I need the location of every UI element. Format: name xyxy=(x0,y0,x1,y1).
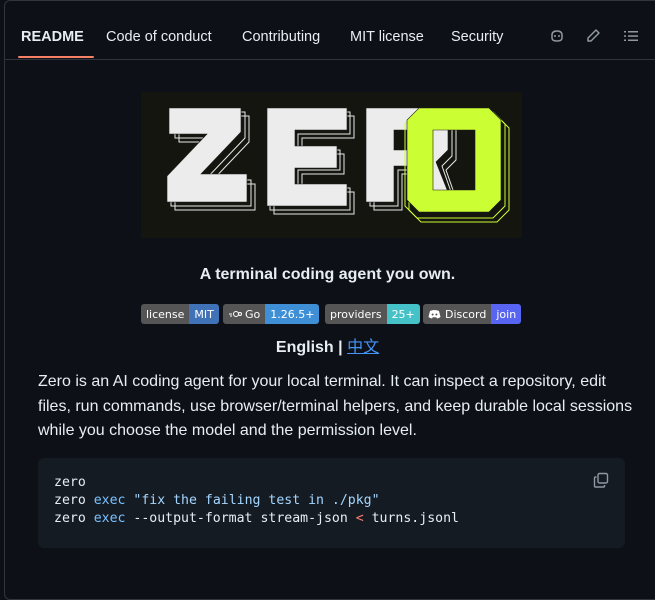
edit-pencil-icon[interactable] xyxy=(585,28,601,44)
copy-code-icon[interactable] xyxy=(593,472,609,488)
tab-contributing[interactable]: Contributing xyxy=(242,0,320,60)
chinese-language-link[interactable]: 中文 xyxy=(347,339,379,356)
go-icon xyxy=(229,311,242,317)
badge-key: Discord xyxy=(445,307,487,321)
code-token: turns.jsonl xyxy=(363,511,459,526)
code-token: exec xyxy=(93,493,126,508)
readme-tab-bar: README Code of conduct Contributing MIT … xyxy=(4,0,655,60)
tagline: A terminal coding agent you own. xyxy=(199,266,456,283)
code-token: exec xyxy=(93,511,126,526)
language-separator: | xyxy=(333,339,348,356)
badge-value: 1.26.5+ xyxy=(265,304,320,324)
outline-list-icon[interactable] xyxy=(623,28,639,44)
badge-key: providers xyxy=(325,304,387,324)
copilot-icon[interactable] xyxy=(549,28,565,44)
badge-value: 25+ xyxy=(386,304,420,324)
license-badge[interactable]: license MIT xyxy=(141,304,219,324)
tab-readme[interactable]: README xyxy=(21,0,84,60)
discord-icon xyxy=(428,310,441,319)
active-tab-indicator xyxy=(18,56,94,58)
go-version-badge[interactable]: Go 1.26.5+ xyxy=(223,304,320,324)
code-content: zero zero exec "fix the failing test in … xyxy=(54,474,459,528)
discord-badge[interactable]: Discord join xyxy=(423,304,522,324)
code-line: zero xyxy=(54,475,86,490)
providers-badge[interactable]: providers 25+ xyxy=(325,304,420,324)
code-block: zero zero exec "fix the failing test in … xyxy=(38,458,625,548)
zero-logo-banner xyxy=(141,92,522,238)
tab-code-of-conduct[interactable]: Code of conduct xyxy=(106,0,212,60)
code-token: "fix the failing test in ./pkg" xyxy=(133,493,380,508)
code-token: zero xyxy=(54,493,94,508)
badge-value: join xyxy=(491,304,522,324)
badge-row: license MIT Go 1.26.5+ providers 25+ Dis… xyxy=(0,304,655,324)
current-language: English xyxy=(275,339,334,356)
tab-mit-license[interactable]: MIT license xyxy=(350,0,424,60)
badge-key: Go xyxy=(245,307,261,321)
badge-value: MIT xyxy=(189,304,219,324)
language-switcher: English | 中文 xyxy=(0,333,655,357)
code-token: --output-format stream-json xyxy=(125,511,356,526)
code-token: zero xyxy=(54,511,94,526)
code-token: < xyxy=(355,511,364,526)
tab-security[interactable]: Security xyxy=(451,0,503,60)
badge-key: license xyxy=(141,304,190,324)
project-description: Zero is an AI coding agent for your loca… xyxy=(38,373,633,439)
